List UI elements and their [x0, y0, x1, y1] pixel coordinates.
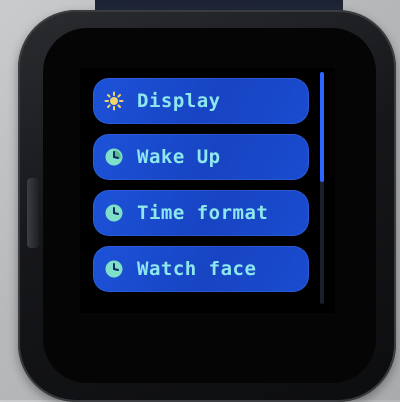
menu-item-label: Time format — [137, 202, 269, 224]
scrollbar[interactable] — [320, 72, 324, 304]
settings-menu: Display Wake Up Time format Watch face — [80, 68, 335, 313]
side-button[interactable] — [27, 178, 39, 248]
menu-item-display[interactable]: Display — [93, 78, 309, 124]
menu-item-wake-up[interactable]: Wake Up — [93, 134, 309, 180]
menu-item-label: Watch face — [137, 258, 257, 280]
menu-item-time-format[interactable]: Time format — [93, 190, 309, 236]
sun-icon — [103, 90, 125, 112]
menu-item-label: Display — [137, 90, 221, 112]
menu-item-label: Wake Up — [137, 146, 221, 168]
clock-icon — [103, 202, 125, 224]
watch-screen: Display Wake Up Time format Watch face — [80, 68, 335, 313]
menu-item-watch-face[interactable]: Watch face — [93, 246, 309, 292]
clock-icon — [103, 146, 125, 168]
clock-icon — [103, 258, 125, 280]
scroll-thumb[interactable] — [320, 72, 324, 182]
